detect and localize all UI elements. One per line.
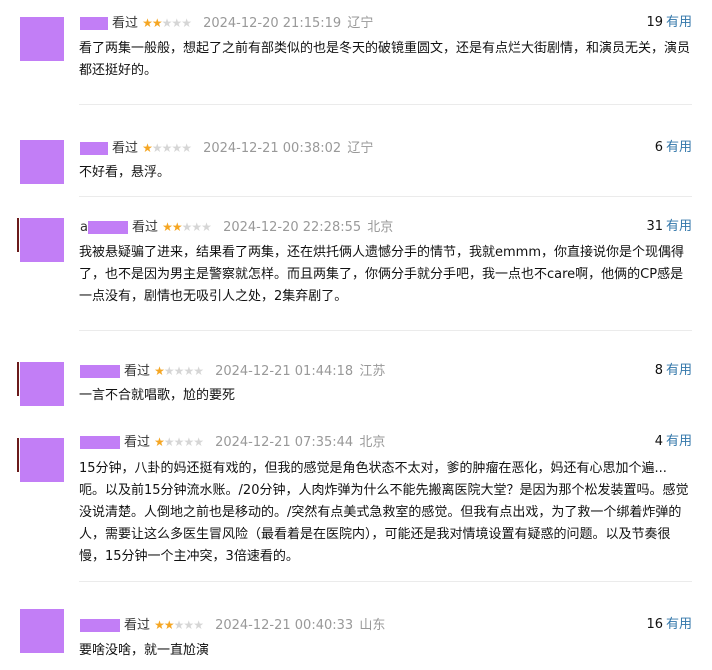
review-meta: 看过 ★★★★★ 2024-12-21 07:35:44 北京 — [80, 432, 385, 452]
avatar[interactable] — [17, 362, 64, 406]
review-time: 2024-12-20 21:15:19 — [203, 16, 342, 31]
useful-count: 16 — [646, 617, 663, 632]
rating-stars: ★★★★★ — [162, 220, 212, 234]
review-meta: 看过 ★★★★★ 2024-12-21 01:44:18 江苏 — [80, 361, 385, 381]
review-time: 2024-12-21 00:40:33 — [215, 618, 354, 633]
username-initial[interactable]: a — [80, 220, 88, 235]
username[interactable] — [80, 436, 120, 449]
watched-status: 看过 — [112, 16, 139, 31]
divider — [79, 104, 692, 105]
useful-button[interactable]: 有用 — [666, 140, 692, 155]
divider — [79, 196, 692, 197]
review-content: 不好看，悬浮。 — [79, 165, 171, 180]
review-content: 我被悬疑骗了进来，结果看了两集，还在烘托俩人遗憾分手的情节，我就emmm，你直接… — [79, 245, 684, 304]
review-location: 辽宁 — [347, 16, 374, 31]
avatar[interactable] — [20, 140, 64, 184]
useful-vote[interactable]: 19 有用 — [646, 13, 692, 33]
useful-button[interactable]: 有用 — [666, 219, 692, 234]
avatar[interactable] — [17, 218, 64, 262]
review-meta: 看过 ★★★★★ 2024-12-21 00:40:33 山东 — [80, 615, 385, 635]
watched-status: 看过 — [112, 141, 139, 156]
username[interactable] — [80, 17, 108, 30]
review-meta: 看过 ★★★★★ 2024-12-21 00:38:02 辽宁 — [80, 138, 373, 158]
review-content: 15分钟，八卦的妈还挺有戏的，但我的感觉是角色状态不太对，爹的肿瘤在恶化，妈还有… — [79, 461, 689, 564]
username[interactable] — [87, 221, 128, 234]
useful-count: 8 — [654, 363, 663, 378]
username[interactable] — [80, 619, 120, 632]
watched-status: 看过 — [124, 618, 151, 633]
useful-vote[interactable]: 4 有用 — [655, 432, 692, 452]
review-meta: a 看过 ★★★★★ 2024-12-20 22:28:55 北京 — [80, 217, 393, 237]
useful-count: 19 — [646, 15, 663, 30]
review-content: 一言不合就唱歌，尬的要死 — [79, 388, 236, 403]
review-location: 辽宁 — [347, 141, 374, 156]
rating-stars: ★★★★★ — [142, 16, 192, 30]
useful-vote[interactable]: 6 有用 — [655, 138, 692, 158]
username[interactable] — [80, 365, 120, 378]
rating-stars: ★★★★★ — [154, 618, 204, 632]
review-location: 山东 — [359, 618, 386, 633]
avatar[interactable] — [17, 438, 64, 482]
watched-status: 看过 — [131, 220, 158, 235]
review-time: 2024-12-21 01:44:18 — [215, 364, 354, 379]
rating-stars: ★★★★★ — [142, 141, 192, 155]
avatar[interactable] — [20, 609, 64, 653]
rating-stars: ★★★★★ — [154, 364, 204, 378]
watched-status: 看过 — [124, 435, 151, 450]
useful-button[interactable]: 有用 — [666, 363, 692, 378]
rating-stars: ★★★★★ — [154, 435, 204, 449]
review-location: 江苏 — [359, 364, 386, 379]
review-time: 2024-12-21 00:38:02 — [203, 141, 342, 156]
review-time: 2024-12-21 07:35:44 — [215, 435, 354, 450]
useful-vote[interactable]: 16 有用 — [646, 615, 692, 635]
review-content: 要啥没啥，就一直尬演 — [79, 643, 210, 658]
review-location: 北京 — [367, 220, 394, 235]
review-content: 看了两集一般般，想起了之前有部类似的也是冬天的破镜重圆文，还是有点烂大街剧情，和… — [79, 41, 691, 78]
review-location: 北京 — [359, 435, 386, 450]
review-meta: 看过 ★★★★★ 2024-12-20 21:15:19 辽宁 — [80, 13, 373, 33]
useful-count: 4 — [654, 434, 663, 449]
useful-count: 31 — [646, 219, 663, 234]
watched-status: 看过 — [124, 364, 151, 379]
username[interactable] — [80, 142, 108, 155]
useful-vote[interactable]: 8 有用 — [655, 361, 692, 381]
useful-button[interactable]: 有用 — [666, 434, 692, 449]
useful-button[interactable]: 有用 — [666, 617, 692, 632]
useful-vote[interactable]: 31 有用 — [646, 217, 692, 237]
useful-count: 6 — [654, 140, 663, 155]
divider — [79, 330, 692, 331]
divider — [79, 581, 692, 582]
review-time: 2024-12-20 22:28:55 — [223, 220, 362, 235]
useful-button[interactable]: 有用 — [666, 15, 692, 30]
avatar[interactable] — [20, 17, 64, 61]
